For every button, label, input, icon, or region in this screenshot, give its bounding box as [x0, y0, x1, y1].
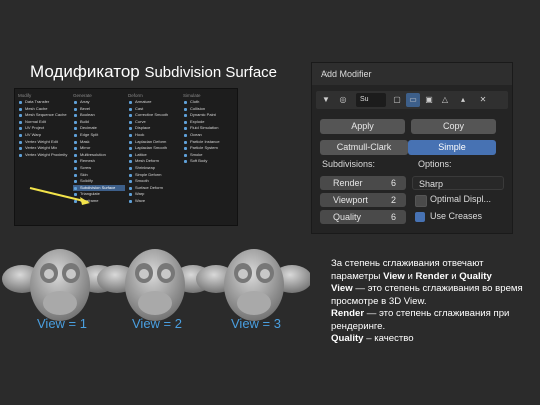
cage-icon[interactable]: △	[438, 93, 452, 107]
quality-value: 6	[390, 212, 396, 222]
use-creases-label: Use Creases	[430, 211, 483, 221]
menu-item[interactable]: UV Warp	[18, 132, 70, 139]
slide-title: Модификатор Subdivision Surface	[30, 62, 277, 82]
menu-item[interactable]: Boolean	[73, 112, 125, 119]
render-value: 6	[390, 178, 396, 188]
use-creases-checkbox[interactable]	[415, 212, 425, 222]
menu-item[interactable]: Collision	[183, 106, 235, 113]
view-label-2: View = 2	[132, 316, 182, 331]
menu-item[interactable]: Soft Body	[183, 158, 235, 165]
menu-item[interactable]: Mesh Cache	[18, 106, 70, 113]
menu-item[interactable]: Solidify	[73, 178, 125, 185]
description-text: За степень сглаживания отвечают параметр…	[331, 258, 523, 344]
subsurf-icon: ◎	[339, 95, 347, 104]
menu-item[interactable]: Lattice	[128, 152, 180, 159]
menu-item[interactable]: Array	[73, 99, 125, 106]
menu-item[interactable]: Shrinkwrap	[128, 165, 180, 172]
menu-item[interactable]: Smooth	[128, 178, 180, 185]
drag-handle-icon[interactable]: ::::	[321, 69, 504, 78]
menu-item[interactable]: Laplacian Deform	[128, 139, 180, 146]
menu-item[interactable]: UV Project	[18, 125, 70, 132]
view-label-3: View = 3	[231, 316, 281, 331]
menu-item[interactable]: Edge Split	[73, 132, 125, 139]
menu-column-head: Simulate	[183, 93, 201, 98]
menu-item[interactable]: Armature	[128, 99, 180, 106]
menu-column-head: Deform	[128, 93, 143, 98]
menu-col-modify: Modify Data Transfer Mesh Cache Mesh Sequen…	[18, 92, 70, 158]
menu-item[interactable]: Particle System	[183, 145, 235, 152]
menu-item[interactable]: Multiresolution	[73, 152, 125, 159]
copy-button[interactable]: Copy	[411, 119, 496, 134]
menu-column-head: Generate	[73, 93, 92, 98]
menu-item[interactable]: Mirror	[73, 145, 125, 152]
close-icon[interactable]: ✕	[476, 93, 490, 107]
subdivisions-label: Subdivisions:	[322, 159, 376, 169]
monkey-view-3	[196, 249, 310, 321]
catmull-clark-button[interactable]: Catmull-Clark	[320, 140, 408, 155]
menu-item[interactable]: Cloth	[183, 99, 235, 106]
menu-item[interactable]: Cast	[128, 106, 180, 113]
pointer-arrow	[29, 187, 90, 205]
menu-item[interactable]: Bevel	[73, 106, 125, 113]
render-icon[interactable]: ▣	[422, 93, 436, 107]
menu-item[interactable]: Corrective Smooth	[128, 112, 180, 119]
menu-item[interactable]: Curve	[128, 119, 180, 126]
menu-item[interactable]: Mesh Deform	[128, 158, 180, 165]
menu-item[interactable]: Build	[73, 119, 125, 126]
menu-item[interactable]: Vertex Weight Mix	[18, 145, 70, 152]
quality-label: Quality	[333, 212, 362, 222]
menu-column-head: Modify	[18, 93, 32, 98]
menu-item[interactable]: Particle Instance	[183, 139, 235, 146]
viewport-display-icon[interactable]: ▭	[406, 93, 420, 107]
title-en: Subdivision Surface	[144, 64, 278, 81]
menu-item[interactable]: Vertex Weight Proximity	[18, 152, 70, 159]
menu-item[interactable]: Vertex Weight Edit	[18, 139, 70, 146]
edit-mode-icon[interactable]: ▢	[390, 93, 404, 107]
viewport-value: 2	[390, 195, 396, 205]
menu-item[interactable]: Explode	[183, 119, 235, 126]
render-field[interactable]: Render 6	[320, 176, 406, 190]
menu-item[interactable]: Data Transfer	[18, 99, 70, 106]
move-up-icon[interactable]: ▴	[456, 93, 470, 107]
simple-button[interactable]: Simple	[408, 140, 496, 155]
menu-item[interactable]: Displace	[128, 125, 180, 132]
menu-item[interactable]: Mesh Sequence Cache	[18, 112, 70, 119]
options-label: Options:	[418, 159, 452, 169]
menu-item[interactable]: Skin	[73, 172, 125, 179]
menu-item[interactable]: Simple Deform	[128, 172, 180, 179]
viewport-field[interactable]: Viewport 2	[320, 193, 406, 207]
menu-item[interactable]: Hook	[128, 132, 180, 139]
menu-item[interactable]: Laplacian Smooth	[128, 145, 180, 152]
collapse-icon[interactable]: ▼	[319, 93, 333, 107]
menu-item[interactable]: Mask	[73, 139, 125, 146]
menu-item[interactable]: Remesh	[73, 158, 125, 165]
menu-item[interactable]: Ocean	[183, 132, 235, 139]
panel-header: Add Modifier ::::	[312, 63, 512, 85]
viewport-label: Viewport	[333, 195, 368, 205]
render-label: Render	[333, 178, 363, 188]
quality-field[interactable]: Quality 6	[320, 210, 406, 224]
modifier-panel: Add Modifier :::: ▼ ◎ Su ▢ ▭ ▣ △ ▴ ✕ App…	[311, 62, 513, 234]
uv-smooth-dropdown[interactable]: Sharp	[412, 176, 504, 190]
optimal-display-label: Optimal Displ...	[430, 194, 492, 204]
title-main: Модификатор	[30, 62, 145, 81]
menu-col-simulate: Simulate Cloth Collision Dynamic Paint Explo…	[183, 92, 235, 165]
modifier-name-field[interactable]: Su	[356, 93, 386, 107]
menu-item[interactable]: Smoke	[183, 152, 235, 159]
menu-item[interactable]: Fluid Simulation	[183, 125, 235, 132]
modifier-header-row: ▼ ◎ Su ▢ ▭ ▣ △ ▴ ✕	[316, 91, 508, 109]
monkey-view-2	[97, 249, 213, 321]
menu-item[interactable]: Dynamic Paint	[183, 112, 235, 119]
optimal-display-checkbox[interactable]	[415, 195, 427, 207]
menu-item[interactable]: Normal Edit	[18, 119, 70, 126]
apply-button[interactable]: Apply	[320, 119, 405, 134]
menu-item[interactable]: Screw	[73, 165, 125, 172]
menu-item[interactable]: Decimate	[73, 125, 125, 132]
view-label-1: View = 1	[37, 316, 87, 331]
